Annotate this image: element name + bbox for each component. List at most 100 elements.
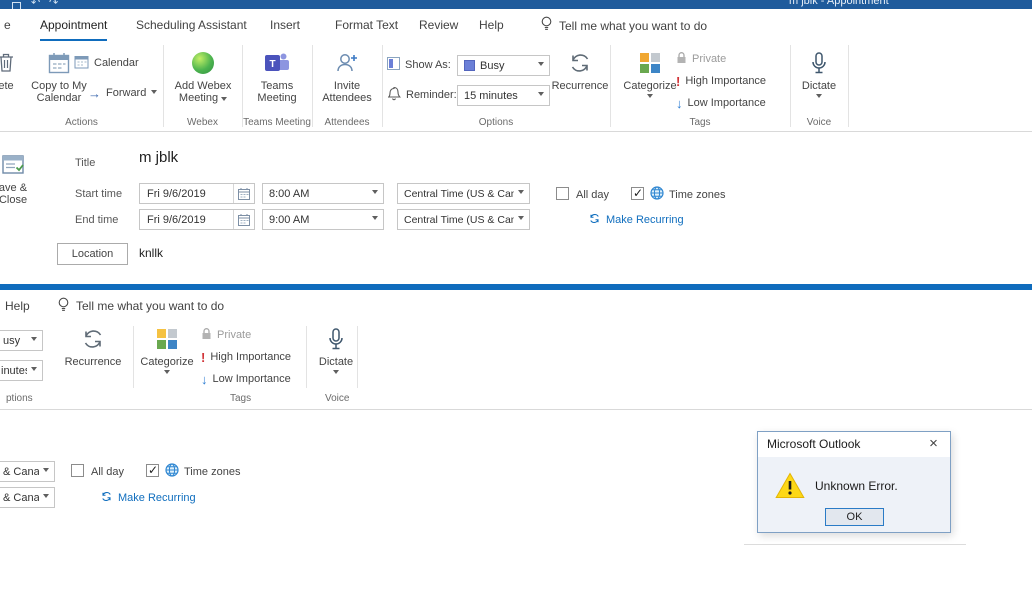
ribbon-appointment: ete Copy to My Calendar Calendar Forward… — [0, 42, 1032, 132]
show-as-dropdown-partial[interactable]: usy — [0, 330, 43, 351]
attendees-label1: Invite — [333, 80, 361, 92]
group-label-tags: Tags — [230, 393, 252, 404]
delete-button[interactable]: ete — [0, 46, 30, 92]
tab-insert[interactable]: Insert — [270, 10, 300, 41]
tell-me-box[interactable]: Tell me what you want to do — [57, 294, 224, 318]
all-day-label[interactable]: All day — [576, 189, 609, 201]
tab-format-text[interactable]: Format Text — [335, 10, 398, 41]
low-importance-label: Low Importance — [212, 373, 291, 385]
save-close-icon — [1, 148, 25, 182]
tab-appointment[interactable]: Appointment — [40, 10, 108, 41]
tab-file-partial[interactable]: e — [4, 10, 11, 41]
forward-label: Forward — [106, 87, 147, 99]
tab-help[interactable]: Help — [479, 10, 504, 41]
chevron-down-icon — [333, 370, 339, 377]
recurrence-button[interactable]: Recurrence — [63, 322, 123, 368]
close-icon[interactable] — [917, 432, 950, 455]
location-button[interactable]: Location — [57, 243, 128, 265]
end-time-dropdown[interactable]: 9:00 AM — [262, 209, 384, 230]
reminder-dropdown[interactable]: 15 minutes — [457, 85, 550, 106]
chevron-down-icon — [372, 190, 378, 197]
start-time-dropdown[interactable]: 8:00 AM — [262, 183, 384, 204]
lightbulb-icon — [57, 297, 70, 316]
date-picker-icon[interactable] — [233, 184, 254, 203]
categorize-icon — [640, 46, 660, 80]
dictate-button[interactable]: Dictate — [311, 322, 361, 377]
group-label-voice: Voice — [806, 117, 832, 128]
date-picker-icon[interactable] — [233, 210, 254, 229]
all-day-checkbox[interactable] — [71, 464, 84, 477]
location-input[interactable]: knllk — [139, 246, 163, 260]
high-importance-label: High Importance — [685, 75, 767, 87]
dialog-message: Unknown Error. — [815, 479, 898, 493]
end-time-value: 9:00 AM — [269, 213, 310, 226]
show-as-dropdown[interactable]: Busy — [457, 55, 550, 76]
start-date-input[interactable]: Fri 9/6/2019 — [139, 183, 255, 204]
categorize-button[interactable]: Categorize — [139, 322, 195, 377]
end-timezone-value: Central Time (US & Cana — [404, 213, 514, 226]
high-importance-button[interactable]: High Importance — [201, 347, 291, 367]
group-label-webex: Webex — [187, 117, 218, 128]
all-day-label[interactable]: All day — [91, 466, 124, 478]
microphone-icon — [809, 46, 829, 80]
end-timezone-dropdown[interactable]: Central Time (US & Cana — [397, 209, 530, 230]
microphone-icon — [326, 322, 346, 356]
warning-icon — [775, 472, 805, 502]
all-day-checkbox[interactable] — [556, 187, 569, 200]
time-zones-checkbox[interactable] — [631, 186, 644, 200]
dictate-button[interactable]: Dictate — [791, 46, 847, 101]
time-zones-label[interactable]: Time zones — [669, 189, 725, 201]
private-button[interactable]: Private — [676, 49, 726, 69]
timezone-dropdown-partial[interactable]: & Cana — [0, 487, 55, 508]
make-recurring-label: Make Recurring — [606, 214, 684, 226]
teams-icon: T — [264, 46, 290, 80]
tab-help-partial[interactable]: Help — [5, 294, 30, 318]
redo-icon[interactable] — [49, 0, 58, 9]
forward-button[interactable]: Forward — [88, 83, 158, 103]
private-button[interactable]: Private — [201, 325, 251, 345]
save-icon[interactable] — [12, 2, 21, 9]
high-importance-button[interactable]: High Importance — [676, 71, 766, 91]
teams-label2: Meeting — [257, 92, 297, 104]
chevron-down-icon — [43, 468, 49, 475]
end-time-label: End time — [75, 214, 119, 226]
tell-me-box[interactable]: Tell me what you want to do — [540, 12, 707, 39]
add-webex-meeting-button[interactable]: Add Webex Meeting — [165, 46, 241, 104]
invite-attendees-button[interactable]: Invite Attendees — [314, 46, 380, 104]
low-importance-button[interactable]: Low Importance — [676, 93, 766, 113]
ok-button-label: OK — [846, 511, 863, 523]
group-label-actions: Actions — [65, 117, 98, 128]
start-timezone-value: Central Time (US & Cana — [404, 187, 514, 200]
recurrence-button[interactable]: Recurrence — [551, 46, 609, 92]
high-importance-icon — [201, 350, 205, 365]
low-importance-button[interactable]: Low Importance — [201, 369, 291, 389]
group-separator — [312, 45, 313, 127]
copy-to-my-calendar-label2: Calendar — [36, 92, 82, 104]
group-label-teams: Teams Meeting — [243, 117, 311, 128]
time-zones-label[interactable]: Time zones — [184, 466, 240, 478]
end-date-input[interactable]: Fri 9/6/2019 — [139, 209, 255, 230]
person-add-icon — [335, 46, 359, 80]
categorize-button[interactable]: Categorize — [622, 46, 678, 101]
save-and-close-button[interactable]: ave & Close — [0, 148, 39, 206]
make-recurring-link[interactable]: Make Recurring — [588, 212, 684, 228]
teams-meeting-button[interactable]: T Teams Meeting — [244, 46, 310, 104]
start-timezone-dropdown[interactable]: Central Time (US & Cana — [397, 183, 530, 204]
lightbulb-icon — [540, 16, 553, 35]
ok-button[interactable]: OK — [825, 508, 884, 526]
chevron-down-icon — [31, 367, 37, 374]
start-time-value: 8:00 AM — [269, 187, 310, 200]
tab-review[interactable]: Review — [419, 10, 458, 41]
window-titlebar: m jblk - Appointment — [0, 0, 1032, 9]
group-separator — [848, 45, 849, 127]
tab-scheduling-assistant[interactable]: Scheduling Assistant — [136, 10, 247, 41]
private-label: Private — [217, 329, 252, 341]
undo-icon[interactable] — [31, 0, 40, 9]
reminder-dropdown-partial[interactable]: inutes — [0, 360, 43, 381]
time-zones-checkbox[interactable] — [146, 463, 159, 477]
calendar-button[interactable]: Calendar — [74, 53, 139, 73]
title-input[interactable]: m jblk — [139, 149, 178, 166]
group-label-options-partial: ptions — [6, 393, 33, 404]
timezone-dropdown-partial[interactable]: & Cana — [0, 461, 55, 482]
make-recurring-link[interactable]: Make Recurring — [100, 490, 196, 506]
